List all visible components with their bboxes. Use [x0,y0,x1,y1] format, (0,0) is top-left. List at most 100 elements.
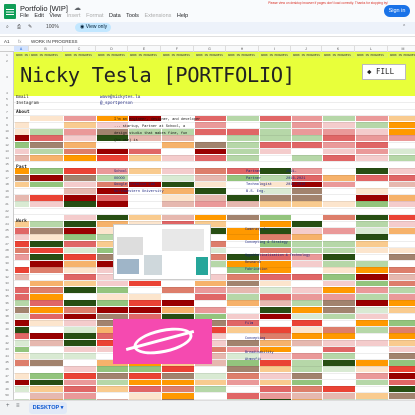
grid-cell[interactable] [15,201,29,208]
grid-cell[interactable] [227,320,259,326]
grid-cell[interactable] [64,326,96,333]
row-number[interactable]: 18 [0,181,14,187]
row-number[interactable]: 33 [0,280,14,286]
grid-cell[interactable] [356,135,388,142]
grid-cell[interactable] [292,135,322,142]
grid-cell[interactable] [292,188,322,194]
grid-cell[interactable] [260,122,291,128]
grid-cell[interactable] [292,227,322,234]
grid-cell[interactable] [97,300,128,307]
grid-cell[interactable] [389,373,415,379]
grid-cell[interactable] [15,300,29,307]
grid-cell[interactable] [292,373,322,379]
grid-cell[interactable] [389,392,415,399]
grid-cell[interactable] [389,307,415,313]
grid-cell[interactable] [323,142,355,148]
grid-cell[interactable] [129,379,161,386]
grid-cell[interactable] [227,293,259,300]
row-number[interactable]: 48 [0,379,14,385]
grid-cell[interactable] [356,234,388,241]
grid-cell[interactable] [323,313,355,320]
grid-cell[interactable] [356,366,388,373]
grid-cell[interactable] [227,313,259,320]
row-number[interactable]: 21 [0,201,14,207]
grid-cell[interactable] [30,300,63,307]
spreadsheet-grid[interactable]: WORK IN PROGRESSWORK IN PROGRESSWORK IN … [14,52,415,400]
grid-cell[interactable] [323,386,355,392]
grid-cell[interactable] [227,148,259,155]
grid-cell[interactable] [64,287,96,293]
grid-cell[interactable] [64,115,96,122]
grid-cell[interactable] [15,181,29,188]
grid-cell[interactable] [129,155,161,161]
grid-cell[interactable] [64,168,96,175]
grid-cell[interactable] [64,254,96,260]
row-number[interactable]: 38 [0,313,14,319]
grid-cell[interactable] [30,247,63,254]
grid-cell[interactable] [195,280,226,287]
grid-cell[interactable] [292,340,322,346]
grid-cell[interactable] [64,155,96,161]
grid-cell[interactable] [162,293,194,300]
row-number[interactable]: 17 [0,175,14,181]
grid-cell[interactable] [292,148,322,155]
grid-cell[interactable] [356,346,388,353]
grid-cell[interactable] [356,148,388,155]
grid-cell[interactable] [97,379,128,386]
grid-cell[interactable] [64,188,96,194]
grid-cell[interactable] [356,392,388,399]
grid-cell[interactable] [356,293,388,300]
grid-cell[interactable] [323,260,355,267]
grid-cell[interactable] [64,313,96,320]
grid-cell[interactable] [15,142,29,148]
grid-cell[interactable] [323,254,355,260]
grid-cell[interactable] [227,392,259,399]
row-number[interactable]: 31 [0,267,14,273]
document-title[interactable]: Portfolio [WIP] [20,4,68,13]
grid-cell[interactable] [292,142,322,148]
grid-cell[interactable] [129,280,161,287]
grid-cell[interactable] [97,392,128,399]
grid-cell[interactable] [15,392,29,399]
grid-cell[interactable] [323,293,355,300]
grid-cell[interactable] [30,386,63,392]
grid-cell[interactable] [227,287,259,293]
row-number[interactable]: 13 [0,148,14,154]
grid-cell[interactable] [227,326,259,333]
row-number[interactable]: 46 [0,366,14,372]
grid-cell[interactable] [162,142,194,148]
grid-cell[interactable] [292,247,322,254]
row-number[interactable]: 45 [0,359,14,365]
grid-cell[interactable] [260,386,291,392]
grid-cell[interactable] [30,128,63,135]
grid-cell[interactable] [260,194,291,201]
grid-cell[interactable] [15,326,29,333]
grid-cell[interactable] [260,247,291,254]
grid-cell[interactable] [195,307,226,313]
grid-cell[interactable] [64,300,96,307]
grid-cell[interactable] [64,280,96,287]
grid-cell[interactable] [323,115,355,122]
grid-cell[interactable] [30,346,63,353]
grid-cell[interactable] [356,214,388,221]
grid-cell[interactable] [323,287,355,293]
grid-cell[interactable] [15,353,29,359]
grid-cell[interactable] [227,115,259,122]
grid-cell[interactable] [292,366,322,373]
grid-cell[interactable] [64,293,96,300]
row-number[interactable]: 22 [0,208,14,214]
grid-cell[interactable] [260,260,291,267]
grid-cell[interactable] [30,280,63,287]
grid-cell[interactable] [260,287,291,293]
row-number[interactable]: 9 [0,122,14,128]
grid-cell[interactable] [97,307,128,313]
grid-cell[interactable] [389,359,415,366]
grid-cell[interactable] [30,333,63,340]
grid-cell[interactable] [323,333,355,340]
grid-cell[interactable] [30,260,63,267]
grid-cell[interactable] [292,201,322,208]
grid-cell[interactable] [292,221,322,227]
grid-cell[interactable] [97,194,128,201]
grid-cell[interactable] [389,168,415,175]
grid-cell[interactable] [195,214,226,221]
